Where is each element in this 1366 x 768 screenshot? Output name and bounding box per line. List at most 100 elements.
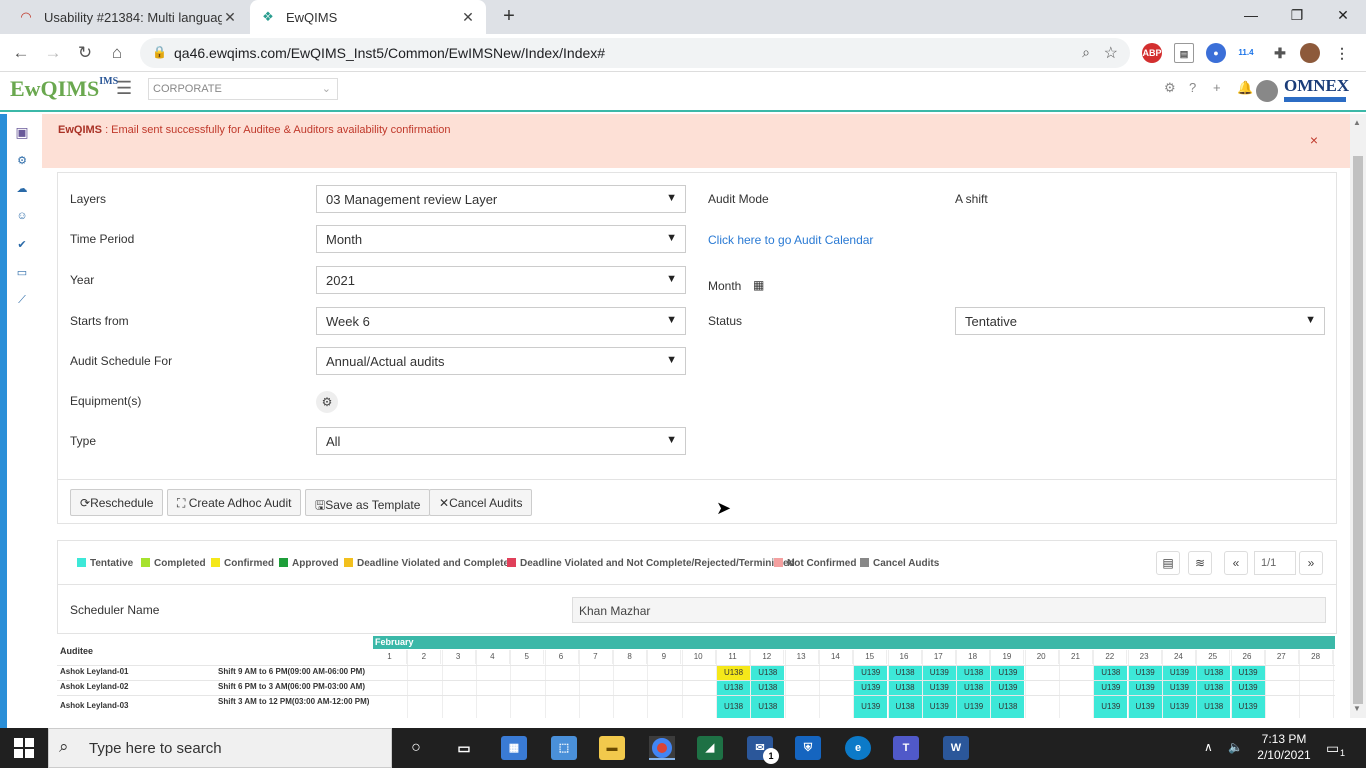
new-tab-button[interactable]: + [498, 6, 520, 28]
ewqims-logo[interactable]: EwQIMSIMS [10, 76, 118, 102]
page-indicator[interactable]: 1/1 [1254, 551, 1296, 575]
word-icon[interactable]: W [943, 736, 969, 760]
audit-cell[interactable]: U139 [1128, 681, 1162, 695]
audit-cell[interactable]: U139 [1128, 666, 1162, 680]
audit-cell[interactable]: U139 [1162, 696, 1196, 718]
corporate-select[interactable]: CORPORATE ⌄ [148, 78, 338, 100]
defender-icon[interactable]: ⛨ [795, 736, 821, 760]
audit-cell[interactable]: U138 [957, 666, 991, 680]
audit-cell[interactable]: U139 [991, 666, 1025, 680]
group-icon[interactable]: ☁ [14, 182, 30, 198]
audit-cell[interactable]: U138 [1094, 666, 1128, 680]
audit-cell[interactable]: U139 [922, 681, 956, 695]
audit-cell[interactable]: U138 [1197, 681, 1231, 695]
add-icon[interactable]: + [1213, 80, 1221, 95]
audit-cell[interactable]: U139 [1162, 666, 1196, 680]
layers-select[interactable]: 03 Management review Layer ▼ [316, 185, 686, 213]
audit-cell[interactable]: U138 [888, 696, 922, 718]
chrome-icon[interactable] [649, 736, 675, 760]
reschedule-button[interactable]: ⟳Reschedule [70, 489, 164, 516]
calendar-icon[interactable]: ▦ [753, 278, 764, 292]
audit-cell[interactable]: U138 [1197, 696, 1231, 718]
audit-cell[interactable]: U138 [751, 696, 785, 718]
notifications-icon[interactable]: ▭ [1326, 740, 1339, 757]
audit-cell[interactable]: U138 [717, 696, 750, 718]
audit-cell[interactable]: U139 [1162, 681, 1196, 695]
audit-cell[interactable]: U138 [888, 681, 922, 695]
prev-page-button[interactable]: « [1224, 551, 1248, 575]
forward-button[interactable]: → [40, 40, 66, 66]
audit-cell[interactable]: U139 [1094, 681, 1128, 695]
chart-icon[interactable]: ⟋ [14, 294, 30, 310]
settings-gear-icon[interactable]: ⚙ [1164, 80, 1176, 96]
cortana-icon[interactable]: ○ [403, 736, 429, 760]
windows-start-icon[interactable] [14, 738, 34, 758]
close-alert-icon[interactable]: × [1310, 132, 1318, 148]
audit-cell[interactable]: U138 [751, 666, 785, 680]
starts-from-select[interactable]: Week 6 ▼ [316, 307, 686, 335]
bookmark-star-icon[interactable]: ☆ [1104, 43, 1118, 63]
extension-badge-icon[interactable]: 11.4 [1236, 43, 1256, 63]
audit-cell[interactable]: U139 [957, 696, 991, 718]
edge-icon[interactable]: e [845, 736, 871, 760]
status-select[interactable]: Tentative ▼ [955, 307, 1325, 335]
audit-cell[interactable]: U138 [888, 666, 922, 680]
scroll-up-icon[interactable]: ▲ [1353, 118, 1361, 127]
taskbar-search-box[interactable]: ⌕ Type here to search [48, 728, 392, 768]
equipment-settings-icon[interactable]: ⚙ [316, 391, 338, 413]
tab-ewqims[interactable]: ❖ EwQIMS ✕ [250, 0, 486, 34]
audit-cell[interactable]: U139 [854, 666, 888, 680]
tab-usability[interactable]: ◠ Usability #21384: Multi language ✕ [8, 0, 248, 34]
tray-chevron-icon[interactable]: ∧ [1204, 740, 1213, 754]
time-period-select[interactable]: Month ▼ [316, 225, 686, 253]
audit-schedule-for-select[interactable]: Annual/Actual audits ▼ [316, 347, 686, 375]
audit-cell[interactable]: U139 [1094, 696, 1128, 718]
bell-icon[interactable]: 🔔 [1237, 80, 1253, 96]
audit-cell[interactable]: U139 [1128, 696, 1162, 718]
audit-cell[interactable]: U139 [854, 681, 888, 695]
audit-cell[interactable]: U138 [717, 681, 750, 695]
audit-cell[interactable]: U138 [1197, 666, 1231, 680]
taskbar-clock[interactable]: 7:13 PM 2/10/2021 [1254, 731, 1314, 763]
teams-icon[interactable]: T [893, 736, 919, 760]
audit-cell[interactable]: U138 [751, 681, 785, 695]
save-as-template-button[interactable]: 🖫Save as Template [305, 489, 431, 516]
page-scrollbar[interactable]: ▲ ▼ [1350, 114, 1366, 718]
export-document-icon[interactable]: ▤ [1156, 551, 1180, 575]
create-adhoc-audit-button[interactable]: ⛶ Create Adhoc Audit [167, 489, 302, 516]
layers-icon[interactable]: ≋ [1188, 551, 1212, 575]
audit-cell[interactable]: U139 [991, 681, 1025, 695]
volume-icon[interactable]: 🔈 [1228, 740, 1243, 754]
menu-dots-icon[interactable]: ⋮ [1332, 43, 1352, 63]
close-tab-icon[interactable]: ✕ [460, 9, 476, 26]
audit-cell[interactable]: U139 [1231, 696, 1265, 718]
close-tab-icon[interactable]: ✕ [222, 9, 238, 26]
audit-cell[interactable]: U138 [717, 666, 750, 680]
audit-cell[interactable]: U138 [957, 681, 991, 695]
file-explorer-icon[interactable]: ▬ [599, 736, 625, 760]
reload-button[interactable]: ↻ [72, 40, 98, 66]
type-select[interactable]: All ▼ [316, 427, 686, 455]
network-icon[interactable]: ⬚ [551, 736, 577, 760]
audit-cell[interactable]: U138 [991, 696, 1025, 718]
back-button[interactable]: ← [8, 40, 34, 66]
task-view-icon[interactable]: ▭ [451, 736, 477, 760]
scroll-thumb[interactable] [1353, 156, 1363, 704]
settings-icon[interactable]: ⚙ [14, 154, 30, 170]
scroll-down-icon[interactable]: ▼ [1353, 704, 1361, 713]
audit-cell[interactable]: U139 [922, 666, 956, 680]
help-icon[interactable]: ? [1189, 80, 1196, 95]
zoom-icon[interactable]: ⌕ [1082, 44, 1090, 61]
extensions-puzzle-icon[interactable]: ✚ [1270, 43, 1290, 63]
user-check-icon[interactable]: ✔ [14, 238, 30, 254]
audit-cell[interactable]: U139 [922, 696, 956, 718]
home-button[interactable]: ⌂ [104, 40, 130, 66]
document-extension-icon[interactable]: ▤ [1174, 43, 1194, 63]
audit-calendar-link[interactable]: Click here to go Audit Calendar [708, 233, 873, 247]
next-page-button[interactable]: » [1299, 551, 1323, 575]
audit-cell[interactable]: U139 [854, 696, 888, 718]
extension-globe-icon[interactable]: ● [1206, 43, 1226, 63]
minimize-button[interactable]: — [1228, 0, 1274, 30]
card-icon[interactable]: ▭ [14, 266, 30, 282]
year-select[interactable]: 2021 ▼ [316, 266, 686, 294]
